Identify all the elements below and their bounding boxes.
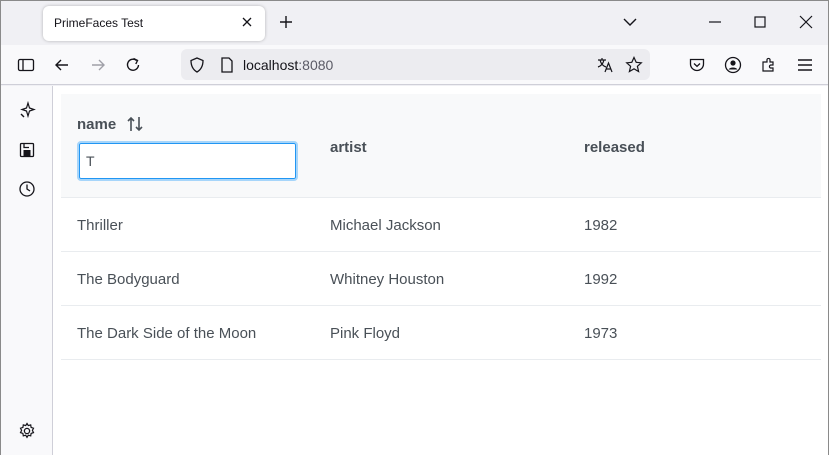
bookmark-star-icon[interactable]: [624, 55, 644, 75]
browser-sidebar: [1, 86, 53, 455]
cell-released: 1982: [584, 217, 618, 234]
shield-icon[interactable]: [187, 55, 207, 75]
window-close-icon[interactable]: [797, 13, 815, 31]
tab-strip: PrimeFaces Test: [1, 1, 828, 45]
cell-artist: Whitney Houston: [330, 271, 445, 288]
column-header-name[interactable]: name: [77, 116, 116, 133]
cell-artist: Pink Floyd: [330, 325, 401, 342]
nav-toolbar: localhost:8080: [1, 45, 828, 85]
forward-icon[interactable]: [88, 55, 108, 75]
browser-tab[interactable]: PrimeFaces Test: [43, 6, 265, 41]
cell-name: Thriller: [77, 217, 123, 234]
menu-icon[interactable]: [795, 55, 815, 75]
tab-title: PrimeFaces Test: [54, 16, 144, 30]
column-header-artist[interactable]: artist: [330, 139, 367, 156]
account-icon[interactable]: [723, 55, 743, 75]
minimize-icon[interactable]: [706, 13, 724, 31]
column-header-released[interactable]: released: [584, 139, 645, 156]
new-tab-icon[interactable]: [277, 13, 295, 31]
close-icon[interactable]: [239, 14, 255, 30]
extensions-icon[interactable]: [759, 55, 779, 75]
gear-icon[interactable]: [17, 421, 37, 441]
maximize-icon[interactable]: [751, 13, 769, 31]
url-bar[interactable]: localhost:8080: [181, 49, 650, 80]
column-label-name: name: [77, 116, 117, 133]
column-label-artist: artist: [330, 139, 367, 156]
page-content: name artist released Thriller Michael Ja…: [53, 86, 828, 455]
reload-icon[interactable]: [123, 55, 143, 75]
cell-released: 1973: [584, 325, 618, 342]
page-icon[interactable]: [217, 55, 237, 75]
save-to-pocket-icon[interactable]: [17, 140, 37, 160]
column-label-released: released: [584, 139, 645, 156]
browser-window: PrimeFaces Test localhost:8080 name T ar…: [0, 0, 829, 455]
table-header: name artist released: [61, 94, 821, 198]
ai-sparkle-icon[interactable]: [17, 100, 37, 120]
sort-alt-icon[interactable]: [125, 114, 145, 134]
cell-name: The Bodyguard: [77, 271, 180, 288]
url-text[interactable]: localhost:8080: [243, 57, 333, 73]
chevron-down-icon[interactable]: [621, 13, 639, 31]
cell-released: 1992: [584, 271, 618, 288]
data-table: name artist released Thriller Michael Ja…: [61, 94, 821, 360]
back-icon[interactable]: [52, 55, 72, 75]
cell-artist: Michael Jackson: [330, 217, 441, 234]
table-row[interactable]: The Dark Side of the Moon Pink Floyd 197…: [61, 306, 821, 360]
pocket-icon[interactable]: [687, 55, 707, 75]
translate-icon[interactable]: [595, 55, 615, 75]
table-row[interactable]: Thriller Michael Jackson 1982: [61, 198, 821, 252]
name-filter-input[interactable]: [77, 141, 298, 181]
sidebar-toggle-icon[interactable]: [16, 55, 36, 75]
history-icon[interactable]: [17, 179, 37, 199]
cell-name: The Dark Side of the Moon: [77, 325, 257, 342]
table-row[interactable]: The Bodyguard Whitney Houston 1992: [61, 252, 821, 306]
